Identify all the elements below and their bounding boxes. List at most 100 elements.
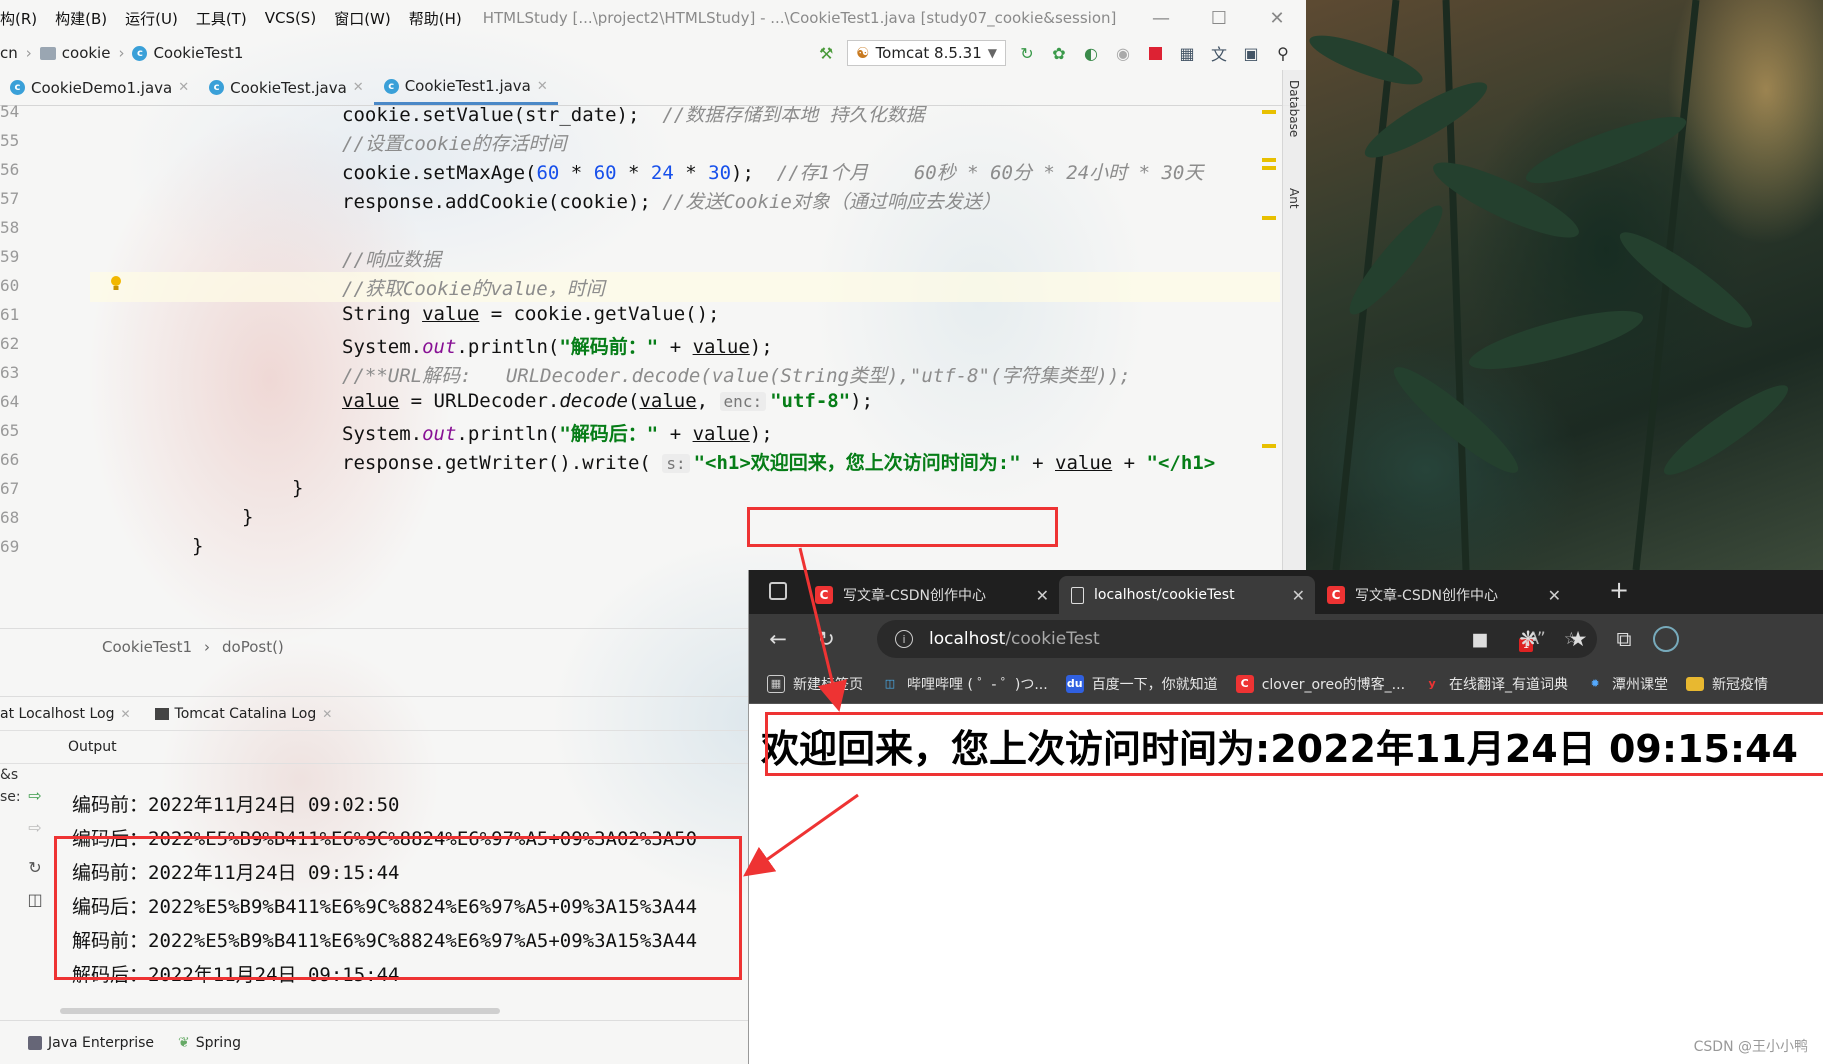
horizontal-scrollbar[interactable] bbox=[60, 1008, 500, 1014]
close-tab-icon[interactable]: ✕ bbox=[537, 79, 548, 94]
code-text: , bbox=[696, 390, 720, 412]
desktop-wallpaper bbox=[1306, 0, 1823, 570]
close-tab-icon[interactable]: ✕ bbox=[353, 80, 364, 95]
bookmark-bilibili[interactable]: ◫ 哔哩哔哩 ( ゜- ゜)つ... bbox=[881, 674, 1048, 694]
browser-tab-localhost[interactable]: localhost/cookieTest ✕ bbox=[1059, 576, 1315, 614]
bookmark-tanzhou[interactable]: ✹ 潭州课堂 bbox=[1586, 674, 1668, 694]
close-tab-icon[interactable]: ✕ bbox=[322, 707, 332, 721]
output-label[interactable]: Output bbox=[68, 739, 117, 755]
extensions-puzzle-icon[interactable]: ❋ bbox=[1515, 626, 1541, 652]
spring-tab[interactable]: ❦ Spring bbox=[178, 1035, 241, 1051]
reload-icon[interactable]: ↻ bbox=[813, 626, 839, 652]
error-stripe-mark[interactable] bbox=[1262, 444, 1276, 448]
run-anything-icon[interactable]: ▣ bbox=[1240, 42, 1262, 64]
close-tab-icon[interactable]: ✕ bbox=[120, 707, 130, 721]
code-text: String bbox=[342, 303, 423, 325]
tab-cookietest1[interactable]: c CookieTest1.java ✕ bbox=[373, 70, 558, 105]
chevron-right-icon: › bbox=[204, 637, 210, 656]
bilibili-icon: ◫ bbox=[884, 677, 896, 690]
debug-icon[interactable]: ✿ bbox=[1048, 42, 1070, 64]
database-tool-tab[interactable]: Database bbox=[1287, 80, 1301, 137]
bookmark-baidu[interactable]: du 百度一下，你就知道 bbox=[1065, 674, 1218, 694]
class-icon: c bbox=[383, 78, 399, 94]
tab-cookietest[interactable]: c CookieTest.java ✕ bbox=[199, 70, 374, 105]
bookmark-youdao[interactable]: y 在线翻译_有道词典 bbox=[1423, 674, 1568, 694]
breadcrumb-class[interactable]: CookieTest1 bbox=[102, 638, 192, 656]
profile-avatar[interactable] bbox=[1653, 626, 1679, 652]
menu-build[interactable]: 构建(B) bbox=[46, 8, 116, 29]
bookmark-csdn-blog[interactable]: Cclover_oreo的博客_... bbox=[1235, 674, 1405, 694]
build-hammer-icon[interactable]: ⚒ bbox=[815, 42, 837, 64]
code-line: response.addCookie(cookie); //发送Cookie对象… bbox=[342, 187, 1001, 214]
code-text: System. bbox=[342, 336, 423, 358]
favorites-icon[interactable]: ★ bbox=[1565, 626, 1591, 652]
rerun-icon[interactable]: ↻ bbox=[1016, 42, 1038, 64]
close-icon[interactable]: ✕ bbox=[1248, 0, 1306, 36]
code-variable: value bbox=[639, 390, 697, 412]
code-string: "utf-8" bbox=[770, 390, 851, 412]
menu-run[interactable]: 运行(U) bbox=[116, 8, 187, 29]
search-icon[interactable]: ⚲ bbox=[1272, 42, 1294, 64]
minimize-icon[interactable]: — bbox=[1132, 0, 1190, 36]
code-string: "<h1>欢迎回来，您上次访问时间为 bbox=[693, 452, 998, 474]
menu-help[interactable]: 帮助(H) bbox=[400, 8, 471, 29]
close-tab-icon[interactable]: ✕ bbox=[178, 80, 189, 95]
code-text: * bbox=[673, 162, 709, 184]
stop-icon[interactable] bbox=[1144, 42, 1166, 64]
folder-icon bbox=[1686, 676, 1705, 691]
bookmark-label: 哔哩哔哩 ( ゜- ゜)つ... bbox=[907, 676, 1048, 693]
class-icon: c bbox=[132, 45, 148, 61]
coverage-icon[interactable]: ◐ bbox=[1080, 42, 1102, 64]
run-config-select[interactable]: ☯ Tomcat 8.5.31 ▼ bbox=[847, 40, 1006, 66]
menu-refactor[interactable]: 构(R) bbox=[0, 8, 46, 29]
chevron-right-icon: › bbox=[25, 44, 32, 62]
ant-tool-tab[interactable]: Ant bbox=[1287, 188, 1301, 209]
code-variable: value bbox=[692, 336, 750, 358]
error-stripe-mark[interactable] bbox=[1262, 166, 1276, 170]
error-stripe-mark[interactable] bbox=[1262, 216, 1276, 220]
tab-cookiedemo1[interactable]: c CookieDemo1.java ✕ bbox=[0, 70, 199, 105]
tab-localhost-log[interactable]: at Localhost Log ✕ bbox=[0, 706, 143, 722]
close-tab-icon[interactable]: ✕ bbox=[1292, 586, 1305, 605]
deploy-icon[interactable]: ⇨ bbox=[24, 784, 46, 806]
bookmark-covid[interactable]: 新冠疫情 bbox=[1686, 674, 1768, 694]
code-line: } bbox=[192, 535, 203, 557]
code-text: + bbox=[1020, 452, 1055, 474]
maximize-icon[interactable]: ☐ bbox=[1190, 0, 1248, 36]
code-variable: value bbox=[692, 423, 750, 445]
breadcrumb-class[interactable]: c CookieTest1 bbox=[132, 44, 243, 62]
new-tab-button[interactable]: + bbox=[1604, 576, 1634, 604]
back-icon[interactable]: ← bbox=[765, 626, 791, 652]
info-icon[interactable]: i bbox=[895, 630, 913, 648]
error-stripe-mark[interactable] bbox=[1262, 158, 1276, 162]
extension-icon[interactable]: ◼ bbox=[1467, 626, 1493, 652]
breadcrumb-cn[interactable]: cn bbox=[0, 44, 18, 62]
collections-icon[interactable]: ⧉ bbox=[1611, 626, 1637, 652]
bookmark-new-tab[interactable]: ▦ 新建标签页 bbox=[767, 674, 863, 694]
profile-icon[interactable]: ◉ bbox=[1112, 42, 1134, 64]
error-stripe-mark[interactable] bbox=[1262, 110, 1276, 114]
code-line: //**URL解码: URLDecoder.decode(value(Strin… bbox=[342, 361, 1131, 388]
csdn-watermark: CSDN @王小小鸭 bbox=[1693, 1039, 1808, 1055]
menu-tools[interactable]: 工具(T) bbox=[187, 8, 256, 29]
breadcrumb-cookie[interactable]: cookie bbox=[39, 44, 110, 62]
java-enterprise-tab[interactable]: Java Enterprise bbox=[28, 1035, 154, 1051]
close-tab-icon[interactable]: ✕ bbox=[1036, 586, 1049, 605]
bamboo-illustration bbox=[1309, 0, 1789, 570]
tab-actions-icon[interactable] bbox=[769, 582, 787, 600]
browser-tab-csdn-2[interactable]: C 写文章-CSDN创作中心 ✕ bbox=[1315, 576, 1571, 614]
dump-icon[interactable]: ◫ bbox=[24, 888, 46, 910]
code-editor[interactable]: cookie.setValue(str_date); //数据存储到本地 持久化… bbox=[0, 106, 1280, 626]
code-text: ( bbox=[628, 390, 640, 412]
translate-icon[interactable]: 文 bbox=[1208, 42, 1230, 64]
output-line: 编码前：2022年11月24日 09:02:50 bbox=[72, 794, 400, 816]
project-structure-icon[interactable]: ▦ bbox=[1176, 42, 1198, 64]
browser-tab-csdn-1[interactable]: C 写文章-CSDN创作中心 ✕ bbox=[803, 576, 1059, 614]
step-icon[interactable]: ⇨ bbox=[24, 816, 46, 838]
close-tab-icon[interactable]: ✕ bbox=[1548, 586, 1561, 605]
breadcrumb-method[interactable]: doPost() bbox=[222, 638, 284, 656]
tab-catalina-log[interactable]: Tomcat Catalina Log ✕ bbox=[143, 706, 345, 722]
refresh-icon[interactable]: ↻ bbox=[24, 856, 46, 878]
menu-vcs[interactable]: VCS(S) bbox=[256, 9, 325, 27]
menu-window[interactable]: 窗口(W) bbox=[325, 8, 400, 29]
